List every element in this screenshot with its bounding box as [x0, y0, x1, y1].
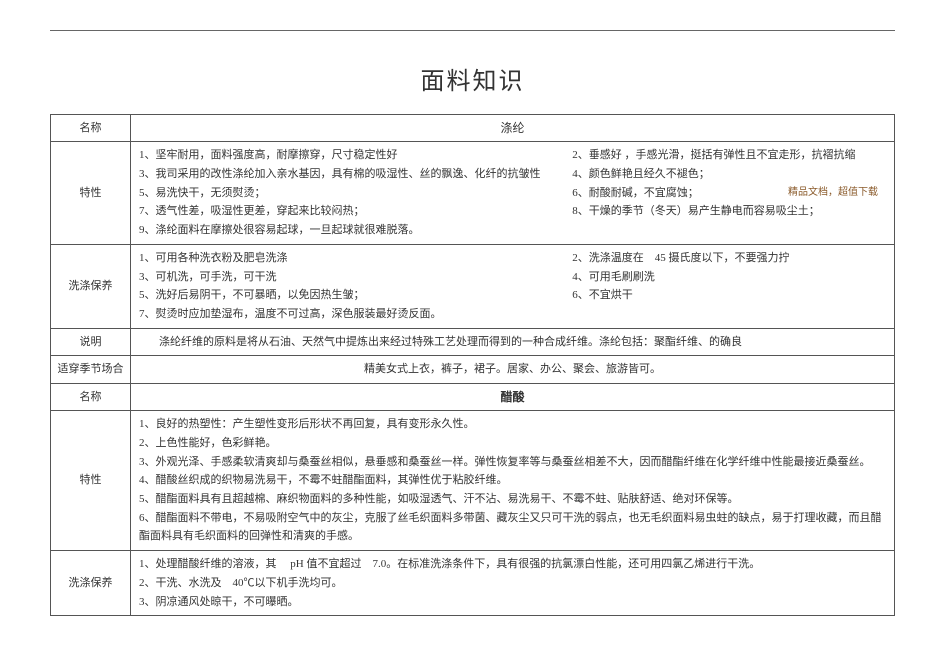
- fabric2-care: 1、处理醋酸纤维的溶液，其 pH 值不宜超过 7.0。在标准洗涤条件下，具有很强…: [131, 551, 895, 616]
- feature-item: 5、醋酯面料具有且超越棉、麻织物面料的多种性能，如吸湿透气、汗不沾、易洗易干、不…: [139, 490, 886, 509]
- care-item: 7、熨烫时应加垫湿布，温度不可过高，深色服装最好烫反面。: [139, 305, 886, 324]
- fabric1-name: 涤纶: [131, 115, 895, 142]
- fabric1-care: 1、可用各种洗衣粉及肥皂洗涤 2、洗涤温度在 45 摄氏度以下，不要强力拧 3、…: [131, 244, 895, 328]
- row-label-care: 洗涤保养: [51, 244, 131, 328]
- feature-item: 4、颜色鲜艳且经久不褪色；: [572, 165, 886, 184]
- care-item: 2、干洗、水洗及 40℃以下机手洗均可。: [139, 574, 886, 593]
- table-row: 名称 醋酸: [51, 383, 895, 410]
- table-row: 洗涤保养 1、可用各种洗衣粉及肥皂洗涤 2、洗涤温度在 45 摄氏度以下，不要强…: [51, 244, 895, 328]
- care-item: 3、可机洗，可手洗，可干洗: [139, 268, 572, 287]
- col-header-name-2: 名称: [51, 383, 131, 410]
- fabric1-explain: 涤纶纤维的原料是将从石油、天然气中提炼出来经过特殊工艺处理而得到的一种合成纤维。…: [131, 328, 895, 356]
- table-row: 名称 涤纶: [51, 115, 895, 142]
- care-item: 3、阴凉通风处晾干，不可曝晒。: [139, 593, 886, 612]
- care-item: 5、洗好后易阴干，不可暴晒，以免因热生皱；: [139, 286, 572, 305]
- fabric2-features: 1、良好的热塑性：产生塑性变形后形状不再回复，具有变形永久性。 2、上色性能好，…: [131, 411, 895, 551]
- watermark-note: 精品文档，超值下载: [788, 184, 878, 201]
- feature-item: 5、易洗快干，无须熨烫；: [139, 184, 572, 203]
- feature-item: 3、我司采用的改性涤纶加入亲水基因，具有棉的吸湿性、丝的飘逸、化纤的抗皱性: [139, 165, 572, 184]
- feature-item: 2、垂感好 ，手感光滑，挺括有弹性且不宜走形，抗褶抗缩: [572, 146, 886, 165]
- table-row: 特性 1、良好的热塑性：产生塑性变形后形状不再回复，具有变形永久性。 2、上色性…: [51, 411, 895, 551]
- col-header-name: 名称: [51, 115, 131, 142]
- care-item: 2、洗涤温度在 45 摄氏度以下，不要强力拧: [572, 249, 886, 268]
- row-label-explain: 说明: [51, 328, 131, 356]
- fabric1-season: 精美女式上衣，裤子，裙子。居家、办公、聚会、旅游皆可。: [131, 356, 895, 384]
- fabric2-name: 醋酸: [131, 383, 895, 410]
- care-item: 1、处理醋酸纤维的溶液，其 pH 值不宜超过 7.0。在标准洗涤条件下，具有很强…: [139, 555, 886, 574]
- table-row: 适穿季节场合 精美女式上衣，裤子，裙子。居家、办公、聚会、旅游皆可。: [51, 356, 895, 384]
- feature-item: 6、醋酯面料不带电，不易吸附空气中的灰尘，克服了丝毛织面料多带菌、藏灰尘又只可干…: [139, 509, 886, 546]
- fabric-table: 名称 涤纶 特性 1、坚牢耐用，面料强度高，耐摩擦穿，尺寸稳定性好 2、垂感好 …: [50, 114, 895, 616]
- explain-text: 涤纶纤维的原料是将从石油、天然气中提炼出来经过特殊工艺处理而得到的一种合成纤维。…: [139, 333, 742, 352]
- row-label-feature-2: 特性: [51, 411, 131, 551]
- top-rule: [50, 30, 895, 31]
- feature-item: 8、干燥的季节（冬天）易产生静电而容易吸尘土；: [572, 202, 886, 221]
- row-label-feature: 特性: [51, 142, 131, 244]
- feature-item: 2、上色性能好，色彩鲜艳。: [139, 434, 886, 453]
- table-row: 特性 1、坚牢耐用，面料强度高，耐摩擦穿，尺寸稳定性好 2、垂感好 ，手感光滑，…: [51, 142, 895, 244]
- fabric1-features: 1、坚牢耐用，面料强度高，耐摩擦穿，尺寸稳定性好 2、垂感好 ，手感光滑，挺括有…: [131, 142, 895, 244]
- feature-item: 7、透气性差，吸湿性更差，穿起来比较闷热；: [139, 202, 572, 221]
- care-item: 4、可用毛刷刷洗: [572, 268, 886, 287]
- feature-item: 3、外观光泽、手感柔软清爽却与桑蚕丝相似，悬垂感和桑蚕丝一样。弹性恢复率等与桑蚕…: [139, 453, 886, 472]
- care-item: 6、不宜烘干: [572, 286, 886, 305]
- table-row: 说明 涤纶纤维的原料是将从石油、天然气中提炼出来经过特殊工艺处理而得到的一种合成…: [51, 328, 895, 356]
- row-label-season: 适穿季节场合: [51, 356, 131, 384]
- table-row: 洗涤保养 1、处理醋酸纤维的溶液，其 pH 值不宜超过 7.0。在标准洗涤条件下…: [51, 551, 895, 616]
- row-label-care-2: 洗涤保养: [51, 551, 131, 616]
- feature-item: 1、坚牢耐用，面料强度高，耐摩擦穿，尺寸稳定性好: [139, 146, 572, 165]
- care-item: 1、可用各种洗衣粉及肥皂洗涤: [139, 249, 572, 268]
- page-title: 面料知识: [50, 61, 895, 96]
- feature-item: 9、涤纶面料在摩擦处很容易起球，一旦起球就很难脱落。: [139, 221, 886, 240]
- feature-item: 1、良好的热塑性：产生塑性变形后形状不再回复，具有变形永久性。: [139, 415, 886, 434]
- feature-item: 4、醋酸丝织成的织物易洗易干，不霉不蛀醋酯面料，其弹性优于粘胶纤维。: [139, 471, 886, 490]
